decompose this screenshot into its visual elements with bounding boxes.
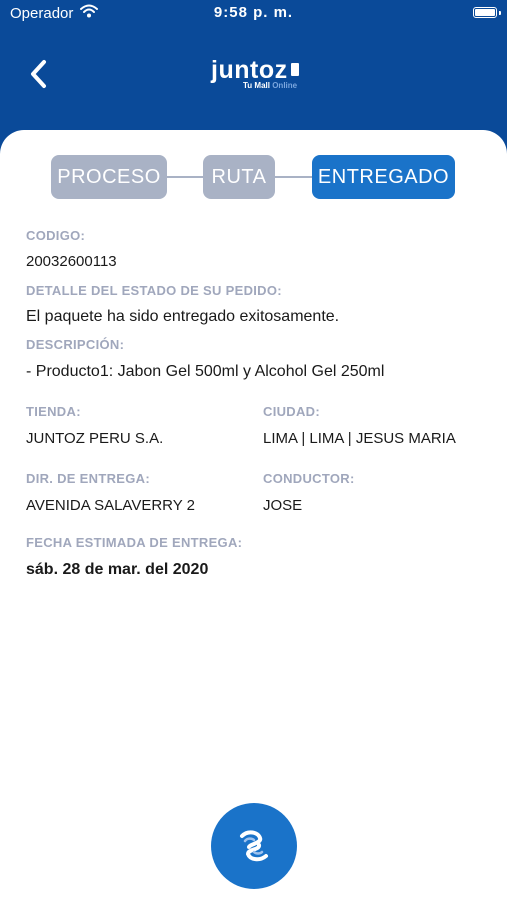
status-time: 9:58 p. m. xyxy=(213,4,294,21)
dir-entrega-label: DIR. DE ENTREGA: xyxy=(26,471,150,486)
descripcion-label: DESCRIPCIÓN: xyxy=(26,337,125,352)
dir-entrega-value: AVENIDA SALAVERRY 2 xyxy=(26,497,195,514)
descripcion-value: - Producto1: Jabon Gel 500ml y Alcohol G… xyxy=(26,363,385,380)
brand-tagline-accent: Online xyxy=(272,81,298,90)
step-proceso[interactable]: PROCESO xyxy=(51,155,167,199)
status-bar: Operador 9:58 p. m. xyxy=(0,0,507,28)
conductor-label: CONDUCTOR: xyxy=(263,471,355,486)
battery-icon xyxy=(473,7,497,18)
tienda-value: JUNTOZ PERU S.A. xyxy=(26,430,164,447)
brand-box-icon xyxy=(291,63,299,76)
brand-logo: juntoz Tu Mall Online xyxy=(205,56,305,96)
tienda-label: TIENDA: xyxy=(26,404,81,419)
step-entregado[interactable]: ENTREGADO xyxy=(312,155,455,199)
step-ruta[interactable]: RUTA xyxy=(203,155,275,199)
conductor-value: JOSE xyxy=(263,497,303,514)
stepper-connector xyxy=(274,176,314,178)
delivery-logo-icon xyxy=(240,830,268,862)
detalle-label: DETALLE DEL ESTADO DE SU PEDIDO: xyxy=(26,283,282,298)
codigo-label: CODIGO: xyxy=(26,228,86,243)
content-card xyxy=(0,130,507,900)
battery-cap xyxy=(499,11,501,15)
stepper-connector xyxy=(166,176,204,178)
back-button[interactable] xyxy=(22,56,58,92)
home-fab-button[interactable] xyxy=(211,803,297,889)
chevron-left-icon xyxy=(31,60,46,88)
detalle-value: El paquete ha sido entregado exitosament… xyxy=(26,308,340,325)
codigo-value: 20032600113 xyxy=(26,253,117,270)
brand-tagline-main: Tu Mall xyxy=(243,81,270,90)
fecha-value: sáb. 28 de mar. del 2020 xyxy=(26,561,209,578)
ciudad-label: CIUDAD: xyxy=(263,404,320,419)
brand-tagline: Tu Mall Online xyxy=(243,81,297,90)
fecha-label: FECHA ESTIMADA DE ENTREGA: xyxy=(26,535,243,550)
ciudad-value: LIMA | LIMA | JESUS MARIA xyxy=(263,430,456,447)
